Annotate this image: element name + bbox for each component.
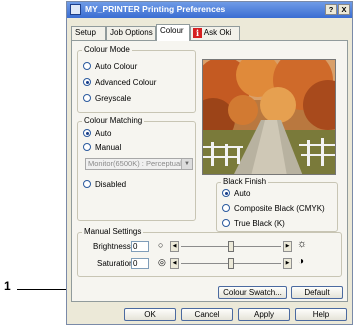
ok-button[interactable]: OK [124,308,176,321]
colour-swatch-button[interactable]: Colour Swatch... [218,286,287,299]
cancel-button[interactable]: Cancel [181,308,233,321]
printing-preferences-window: MY_PRINTER Printing Preferences ? X Setu… [66,1,353,325]
slider-right-arrow[interactable]: ▶ [283,241,292,252]
radio-matching-disabled[interactable]: Disabled [83,180,126,189]
colour-profile-select[interactable]: Monitor(6500K) : Perceptual ▼ [85,158,193,170]
colour-mode-group: Colour Mode Auto Colour Advanced Colour … [77,45,196,113]
radio-button-selected[interactable] [83,129,91,137]
colour-matching-legend: Colour Matching [82,116,145,125]
tab-ask-oki-label: Ask Oki [203,28,232,37]
radio-button-selected[interactable] [83,78,91,86]
callout-number: 1 [4,279,11,293]
title-bar[interactable]: MY_PRINTER Printing Preferences ? X [67,2,352,18]
target-reset-icon[interactable]: ◎ [158,257,166,268]
slider-thumb[interactable] [228,258,234,269]
chevron-down-icon[interactable]: ▼ [181,159,192,169]
saturation-label: Saturation: [97,259,136,268]
info-icon: i [193,28,202,38]
printer-icon [70,4,81,15]
tab-colour[interactable]: Colour [156,24,190,41]
radio-button[interactable] [83,180,91,188]
colour-tab-panel: Colour Mode Auto Colour Advanced Colour … [71,40,348,302]
black-finish-legend: Black Finish [221,177,269,186]
radio-black-auto[interactable]: Auto [222,189,250,198]
saturation-input[interactable]: 0 [131,258,149,269]
brightness-label: Brightness: [93,242,134,251]
tab-setup[interactable]: Setup [71,26,106,40]
radio-matching-auto[interactable]: Auto [83,129,111,138]
circle-reset-icon[interactable]: ○ [158,240,163,250]
black-finish-group: Black Finish Auto Composite Black (CMYK)… [216,177,338,232]
radio-matching-manual[interactable]: Manual [83,143,121,152]
help-title-button[interactable]: ? [325,4,337,15]
saturation-slider[interactable]: ◀ ▶ [170,258,292,269]
radio-button-selected[interactable] [222,189,230,197]
close-title-button[interactable]: X [338,4,350,15]
radio-composite-black[interactable]: Composite Black (CMYK) [222,204,325,213]
radio-advanced-colour[interactable]: Advanced Colour [83,78,156,87]
sun-icon: ☼ [297,238,308,250]
slider-right-arrow[interactable]: ▶ [283,258,292,269]
colour-matching-group: Colour Matching Auto Manual Monitor(6500… [77,116,196,221]
window-title: MY_PRINTER Printing Preferences [85,4,226,14]
tab-job-options[interactable]: Job Options [106,26,156,40]
radio-button[interactable] [83,62,91,70]
default-button[interactable]: Default [291,286,343,299]
colour-preview-image [202,59,336,175]
radio-button[interactable] [83,143,91,151]
help-button[interactable]: Help [295,308,347,321]
slider-thumb[interactable] [228,241,234,252]
brightness-input[interactable]: 0 [131,241,149,252]
radio-greyscale[interactable]: Greyscale [83,94,131,103]
manual-settings-group: Manual Settings Brightness: 0 ○ ◀ ▶ ☼ Sa… [77,227,342,277]
colour-mode-legend: Colour Mode [82,45,132,54]
slider-left-arrow[interactable]: ◀ [170,241,179,252]
radio-button[interactable] [83,94,91,102]
radio-button[interactable] [222,204,230,212]
radio-true-black[interactable]: True Black (K) [222,219,285,228]
manual-settings-legend: Manual Settings [82,227,144,236]
slider-left-arrow[interactable]: ◀ [170,258,179,269]
radio-auto-colour[interactable]: Auto Colour [83,62,137,71]
half-circle-icon: ◑ [298,256,305,267]
apply-button[interactable]: Apply [238,308,290,321]
tab-ask-oki[interactable]: i Ask Oki [190,26,240,40]
brightness-slider[interactable]: ◀ ▶ [170,241,292,252]
radio-button[interactable] [222,219,230,227]
